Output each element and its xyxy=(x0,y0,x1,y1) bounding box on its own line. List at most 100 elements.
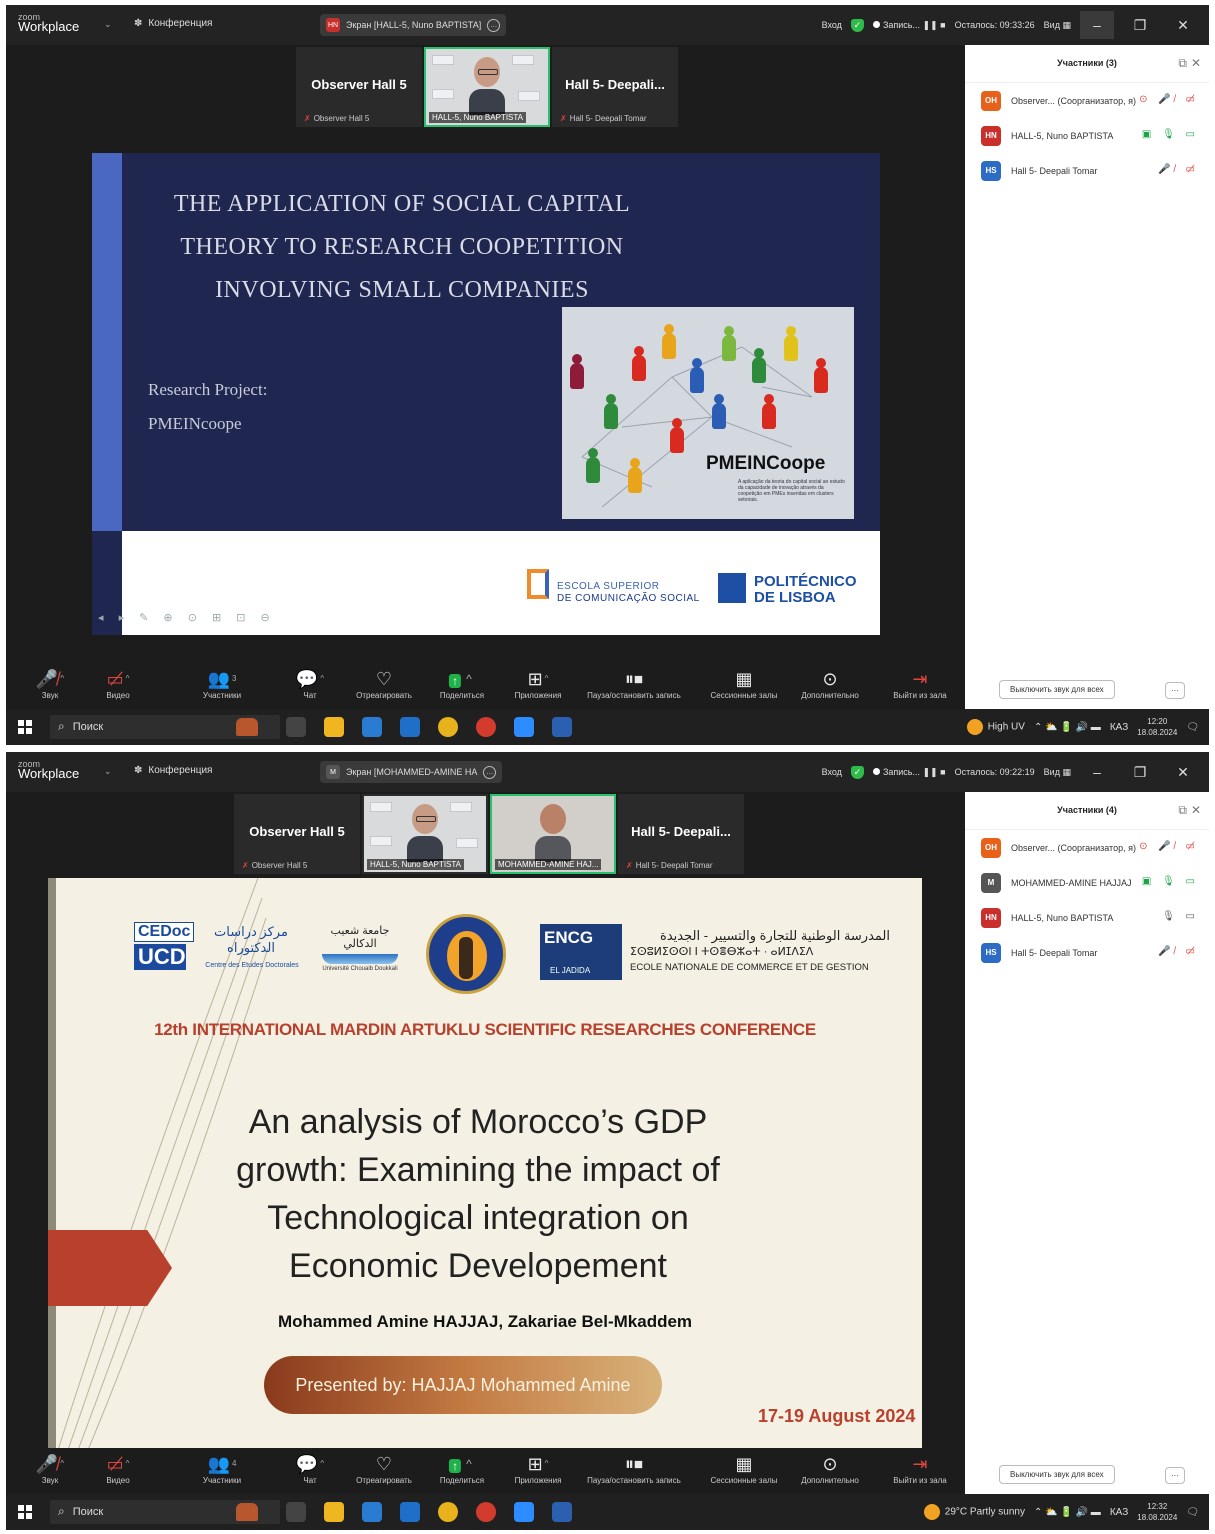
minimize-button[interactable]: – xyxy=(1080,11,1114,39)
store-icon[interactable] xyxy=(362,1502,382,1522)
weather-widget[interactable]: 29°C Partly sunny xyxy=(923,1504,1025,1520)
more-options-button[interactable]: ··· xyxy=(1165,682,1185,699)
mute-all-button[interactable]: Выключить звук для всех xyxy=(999,680,1115,699)
participants-button[interactable]: 👥 4 Участники xyxy=(203,1452,241,1485)
language-indicator[interactable]: КАЗ xyxy=(1110,722,1128,733)
participant-row[interactable]: HN HALL-5, Nuno BAPTISTA 🎙 ▭ xyxy=(965,900,1209,935)
notifications-icon[interactable]: 🗨 xyxy=(1186,1507,1199,1518)
pause-record-button[interactable]: ⏸⏹ Пауза/остановить запись xyxy=(587,1452,681,1485)
clock[interactable]: 12:20 18.08.2024 xyxy=(1137,716,1177,738)
video-tile-nuno[interactable]: HALL-5, Nuno BAPTISTA xyxy=(362,794,488,874)
mute-all-button[interactable]: Выключить звук для всех xyxy=(999,1465,1115,1484)
stop-icon[interactable]: ■ xyxy=(940,20,945,30)
word-icon[interactable] xyxy=(552,717,572,737)
task-view-icon[interactable] xyxy=(286,1502,306,1522)
zoom-logo[interactable]: zoom Workplace xyxy=(18,759,79,780)
conference-menu[interactable]: ✽ Конференция xyxy=(134,765,212,776)
mail-icon[interactable] xyxy=(400,1502,420,1522)
close-button[interactable]: ✕ xyxy=(1166,11,1200,39)
taskbar-search[interactable]: ⌕ Поиск xyxy=(50,715,280,739)
task-view-icon[interactable] xyxy=(286,717,306,737)
file-explorer-icon[interactable] xyxy=(324,717,344,737)
stop-icon[interactable]: ■ xyxy=(940,767,945,777)
file-explorer-icon[interactable] xyxy=(324,1502,344,1522)
maximize-button[interactable]: ❐ xyxy=(1123,758,1157,786)
chrome-profile-icon[interactable] xyxy=(476,717,496,737)
security-shield-icon[interactable]: ✓ xyxy=(850,18,864,32)
store-icon[interactable] xyxy=(362,717,382,737)
zoom-app-icon[interactable] xyxy=(514,1502,534,1522)
chat-button[interactable]: 💬 ^ Чат xyxy=(296,1452,324,1485)
windows-start-icon[interactable] xyxy=(18,720,32,734)
video-button[interactable]: ▭̸ ^ Видео xyxy=(106,667,129,700)
chrome-icon[interactable] xyxy=(438,717,458,737)
more-button[interactable]: ⊙ Дополнительно xyxy=(801,667,859,700)
video-tile-nuno[interactable]: HALL-5, Nuno BAPTISTA xyxy=(424,47,550,127)
slide-controls[interactable]: ◂ ▸ ✎ ⊕ ⊙ ⊞ ⊡ ⊖ xyxy=(98,611,276,624)
share-options-icon[interactable]: … xyxy=(483,765,497,779)
recording-indicator[interactable]: Запись... ❚❚ ■ xyxy=(872,767,946,778)
close-icon[interactable]: ✕ xyxy=(1191,803,1201,817)
minimize-button[interactable]: – xyxy=(1080,758,1114,786)
recording-indicator[interactable]: Запись... ❚❚ ■ xyxy=(872,20,946,31)
chat-button[interactable]: 💬 ^ Чат xyxy=(296,667,324,700)
pause-icon[interactable]: ❚❚ xyxy=(923,767,938,777)
pause-icon[interactable]: ❚❚ xyxy=(923,20,938,30)
more-button[interactable]: ⊙ Дополнительно xyxy=(801,1452,859,1485)
participant-row[interactable]: OH Observer... (Соорганизатор, я) ⊙ 🎤̸ ▭… xyxy=(965,830,1209,865)
apps-button[interactable]: ⊞ ^ Приложения xyxy=(515,667,562,700)
zoom-logo[interactable]: zoom Workplace xyxy=(18,12,79,33)
participant-row[interactable]: HS Hall 5- Deepali Tomar 🎤̸ ▭̸ xyxy=(965,153,1209,188)
participants-button[interactable]: 👥 3 Участники xyxy=(203,667,241,700)
notifications-icon[interactable]: 🗨 xyxy=(1186,722,1199,733)
popout-icon[interactable]: ⧉ xyxy=(1178,803,1187,818)
view-menu[interactable]: Вид ▦ xyxy=(1044,767,1071,778)
word-icon[interactable] xyxy=(552,1502,572,1522)
chevron-down-icon[interactable]: ⌄ xyxy=(104,19,112,30)
share-options-icon[interactable]: … xyxy=(487,18,501,32)
audio-button[interactable]: 🎤̸ ^ Звук xyxy=(36,1452,64,1485)
tray-icons[interactable]: ⌃ ⛅ 🔋 🔊 ▬ xyxy=(1034,722,1101,733)
popout-icon[interactable]: ⧉ xyxy=(1178,56,1187,71)
view-menu[interactable]: Вид ▦ xyxy=(1044,20,1071,31)
audio-button[interactable]: 🎤̸ ^ Звук xyxy=(36,667,64,700)
close-icon[interactable]: ✕ xyxy=(1191,56,1201,70)
pause-record-button[interactable]: ⏸⏹ Пауза/остановить запись xyxy=(587,667,681,700)
chrome-profile-icon[interactable] xyxy=(476,1502,496,1522)
share-button[interactable]: ↑ ^ Поделиться xyxy=(440,1452,484,1485)
signin-button[interactable]: Вход xyxy=(822,767,842,777)
participant-row[interactable]: OH Observer... (Соорганизатор, я) ⊙ 🎤̸ ▭… xyxy=(965,83,1209,118)
video-tile-mohammed[interactable]: MOHAMMED-AMINE HAJ... xyxy=(490,794,616,874)
leave-button[interactable]: ⇥ Выйти из зала xyxy=(893,667,947,700)
more-options-button[interactable]: ··· xyxy=(1165,1467,1185,1484)
react-button[interactable]: ♡ Отреагировать xyxy=(356,667,412,700)
leave-button[interactable]: ⇥ Выйти из зала xyxy=(893,1452,947,1485)
mail-icon[interactable] xyxy=(400,717,420,737)
conference-menu[interactable]: ✽ Конференция xyxy=(134,18,212,29)
security-shield-icon[interactable]: ✓ xyxy=(850,765,864,779)
signin-button[interactable]: Вход xyxy=(822,20,842,30)
video-tile-deepali[interactable]: Hall 5- Deepali... ✗ Hall 5- Deepali Toma… xyxy=(552,47,678,127)
windows-start-icon[interactable] xyxy=(18,1505,32,1519)
zoom-app-icon[interactable] xyxy=(514,717,534,737)
breakout-rooms-button[interactable]: ▦ Сессионные залы xyxy=(711,667,778,700)
share-button[interactable]: ↑ ^ Поделиться xyxy=(440,667,484,700)
participant-row[interactable]: HN HALL-5, Nuno BAPTISTA ▣ 🎙 ▭ xyxy=(965,118,1209,153)
chevron-down-icon[interactable]: ⌄ xyxy=(104,766,112,777)
react-button[interactable]: ♡ Отреагировать xyxy=(356,1452,412,1485)
maximize-button[interactable]: ❐ xyxy=(1123,11,1157,39)
weather-widget[interactable]: High UV xyxy=(966,719,1025,735)
video-tile-deepali[interactable]: Hall 5- Deepali... ✗ Hall 5- Deepali Toma… xyxy=(618,794,744,874)
tray-icons[interactable]: ⌃ ⛅ 🔋 🔊 ▬ xyxy=(1034,1507,1101,1518)
language-indicator[interactable]: КАЗ xyxy=(1110,1507,1128,1518)
close-button[interactable]: ✕ xyxy=(1166,758,1200,786)
participant-row[interactable]: HS Hall 5- Deepali Tomar 🎤̸ ▭̸ xyxy=(965,935,1209,970)
apps-button[interactable]: ⊞ ^ Приложения xyxy=(515,1452,562,1485)
screen-share-pill[interactable]: M Экран [MOHAMMED-AMINE HA … xyxy=(320,761,503,783)
clock[interactable]: 12:32 18.08.2024 xyxy=(1137,1501,1177,1523)
chrome-icon[interactable] xyxy=(438,1502,458,1522)
taskbar-search[interactable]: ⌕ Поиск xyxy=(50,1500,280,1524)
video-tile-observer[interactable]: Observer Hall 5 ✗ Observer Hall 5 xyxy=(234,794,360,874)
participant-row[interactable]: M MOHAMMED-AMINE HAJJAJ ▣ 🎙 ▭ xyxy=(965,865,1209,900)
video-button[interactable]: ▭̸ ^ Видео xyxy=(106,1452,129,1485)
